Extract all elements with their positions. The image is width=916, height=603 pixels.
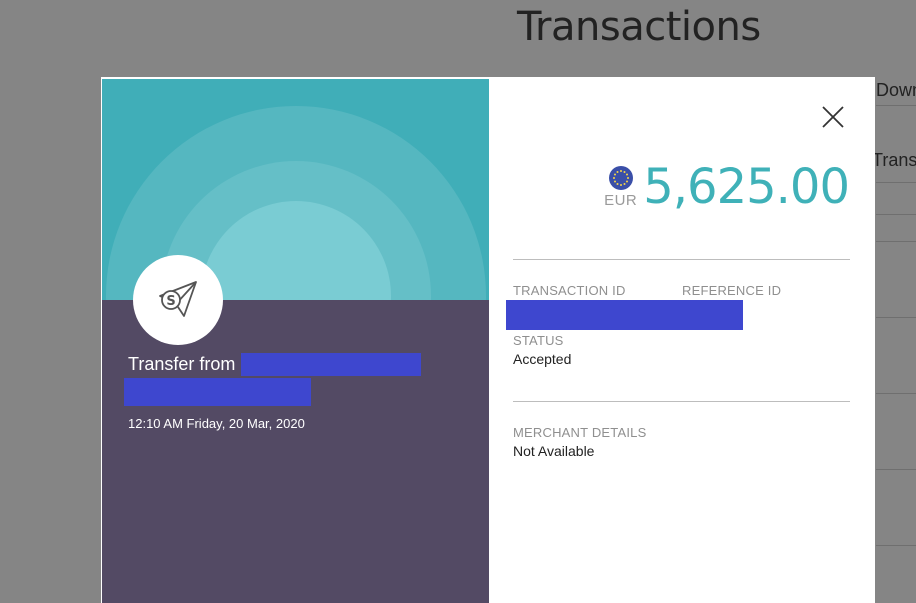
- currency-block: EUR: [604, 166, 637, 209]
- divider: [876, 214, 916, 215]
- transactions-column-header: Transactio: [872, 150, 916, 170]
- status-value: Accepted: [513, 351, 572, 367]
- transfer-title: Transfer from: [128, 353, 422, 376]
- transfer-summary-panel: S Transfer from 12:10 AM Friday, 20 Mar,…: [102, 79, 489, 603]
- currency-code: EUR: [604, 192, 638, 209]
- amount-display: EUR 5,625.00: [604, 159, 850, 215]
- redacted-sender-name: [241, 353, 422, 376]
- merchant-details-value: Not Available: [513, 443, 595, 459]
- divider: [876, 545, 916, 546]
- redacted-sender-name-continued: [124, 378, 311, 406]
- transaction-datetime: 12:10 AM Friday, 20 Mar, 2020: [128, 416, 305, 431]
- divider: [876, 393, 916, 394]
- svg-text:S: S: [166, 294, 175, 309]
- page-title: Transactions: [517, 4, 761, 50]
- divider: [513, 401, 850, 402]
- divider: [876, 469, 916, 470]
- close-icon: [822, 106, 844, 128]
- divider: [876, 182, 916, 183]
- reference-id-label: REFERENCE ID: [682, 283, 782, 298]
- divider: [876, 241, 916, 242]
- divider: [876, 105, 916, 106]
- download-link[interactable]: Downloa: [876, 80, 916, 101]
- transfer-prefix: Transfer from: [128, 354, 236, 374]
- divider: [876, 317, 916, 318]
- status-label: STATUS: [513, 333, 564, 348]
- eu-flag-icon: [608, 166, 633, 190]
- paper-plane-s-icon: S: [133, 255, 223, 345]
- transaction-id-label: TRANSACTION ID: [513, 283, 626, 298]
- redacted-ids: [506, 300, 743, 330]
- transaction-detail-modal: S Transfer from 12:10 AM Friday, 20 Mar,…: [101, 77, 875, 603]
- divider: [513, 259, 850, 260]
- merchant-details-label: MERCHANT DETAILS: [513, 425, 647, 440]
- amount-value: 5,625.00: [643, 159, 850, 215]
- close-button[interactable]: [821, 105, 845, 129]
